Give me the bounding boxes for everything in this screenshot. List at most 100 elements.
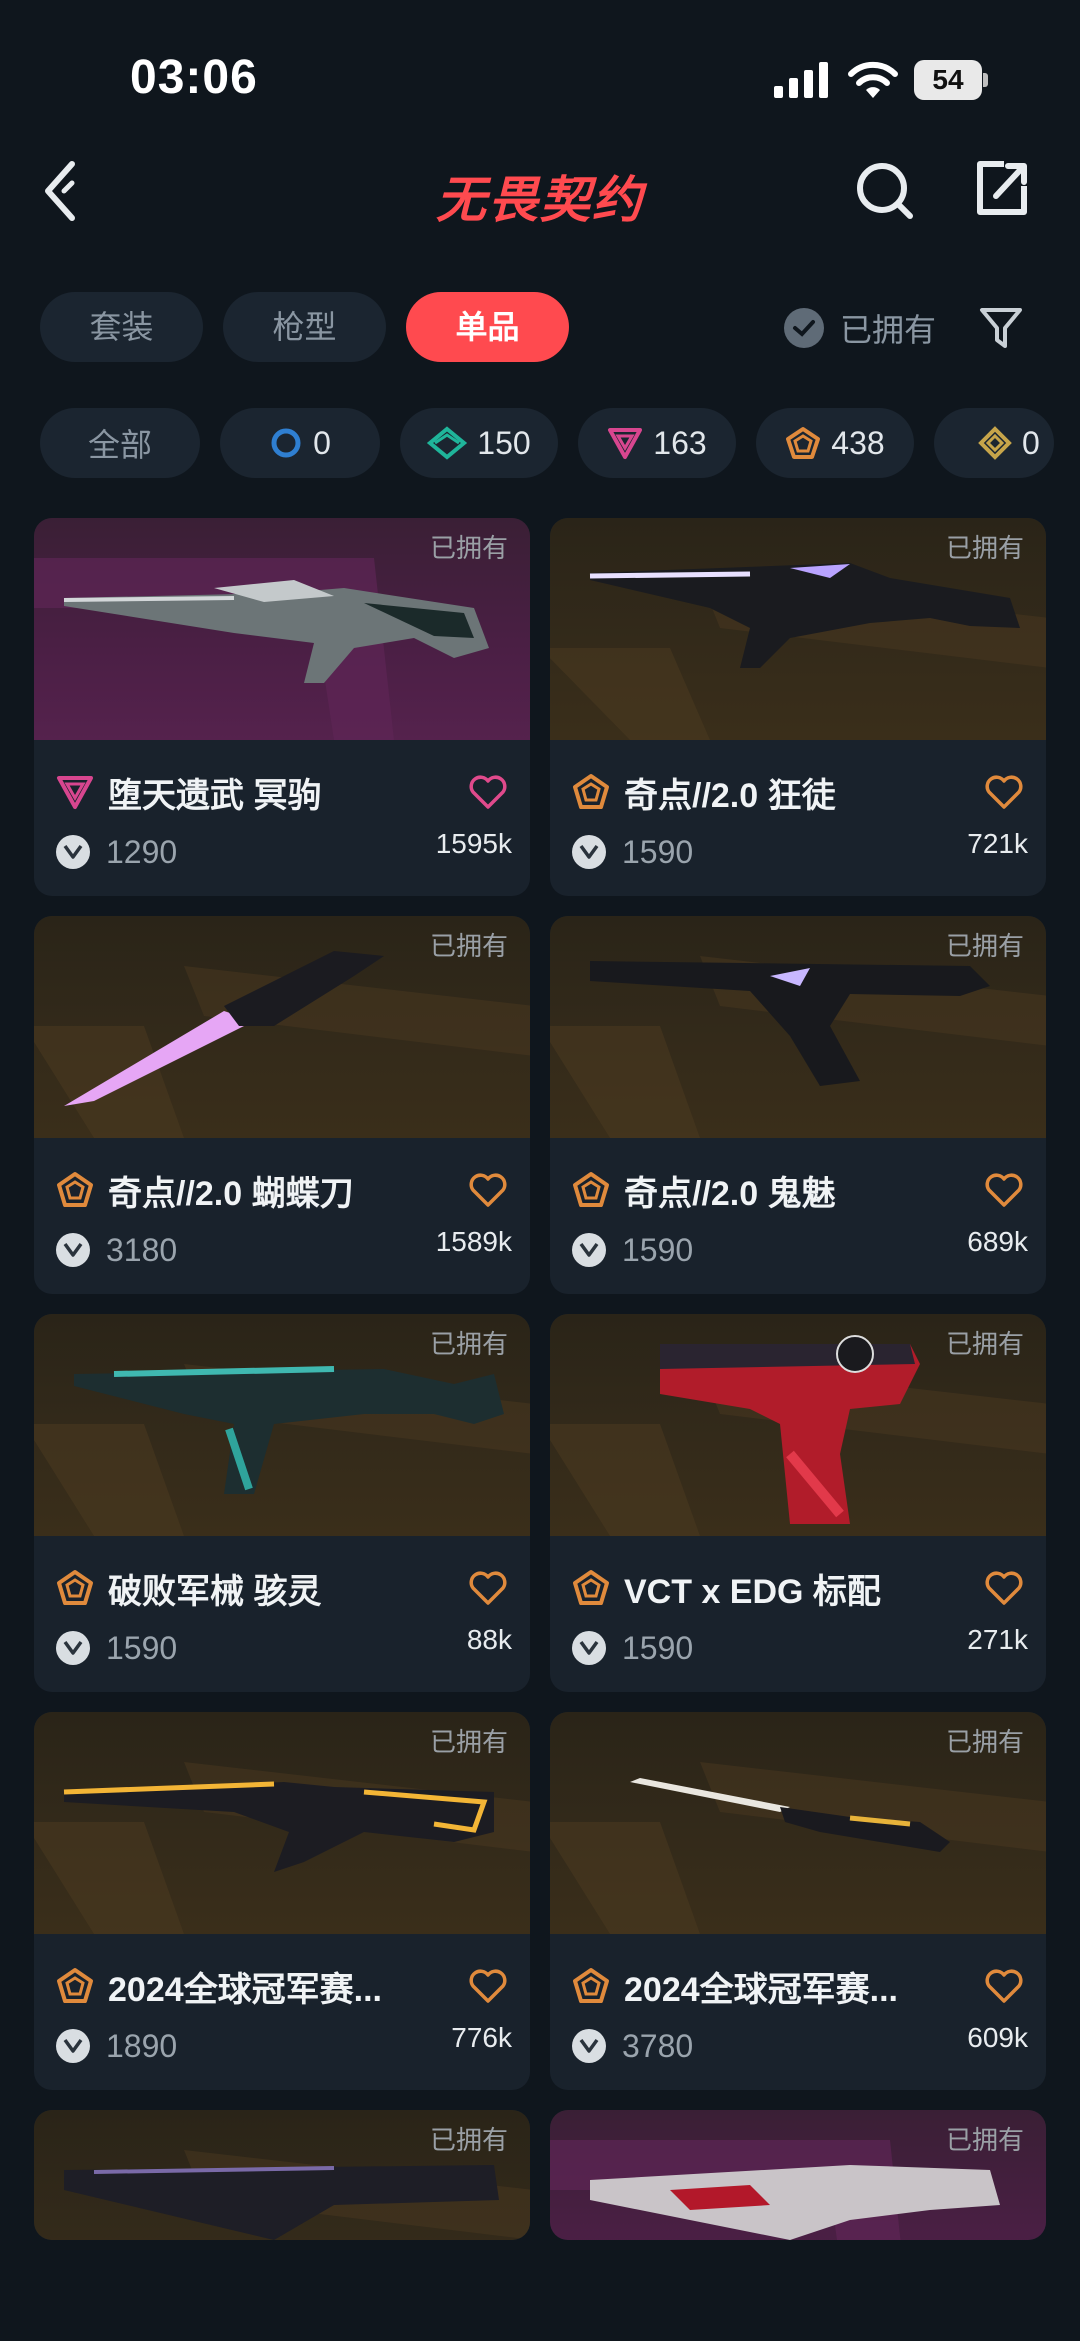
owned-tag: 已拥有 [945, 2125, 1024, 2155]
like-count: 776k [451, 2022, 512, 2053]
skin-name: 奇点//2.0 蝴蝶刀 [108, 1174, 354, 1213]
heart-icon[interactable] [984, 1172, 1024, 1208]
owned-tag: 已拥有 [429, 1329, 508, 1359]
chip-all[interactable]: 全部 [40, 408, 200, 478]
chip-ultra[interactable]: 0 [934, 408, 1054, 478]
check-circle-icon [784, 308, 824, 348]
skin-name: 奇点//2.0 狂徒 [624, 776, 836, 815]
deluxe-tier-icon [427, 426, 468, 460]
skin-card[interactable]: 已拥有 奇点//2.0 蝴蝶刀 3180 1589k [34, 916, 530, 1294]
chip-premium[interactable]: 163 [578, 408, 736, 478]
skin-name: 2024全球冠军赛... [624, 1970, 898, 2009]
skin-name: VCT x EDG 标配 [624, 1572, 881, 1611]
owned-tag: 已拥有 [945, 533, 1024, 563]
vp-currency-icon [56, 2029, 90, 2063]
skin-price: 3180 [106, 1231, 178, 1268]
skin-card[interactable]: 已拥有 堕天遗武 冥驹 1290 1595k [34, 518, 530, 896]
like-count: 1595k [435, 828, 512, 859]
vp-currency-icon [572, 1631, 606, 1665]
heart-icon[interactable] [468, 1172, 508, 1208]
chip-count: 438 [831, 424, 885, 461]
price-row: 1290 [56, 830, 177, 874]
skin-name: 堕天遗武 冥驹 [108, 776, 322, 815]
heart-icon[interactable] [468, 1968, 508, 2004]
skin-price: 1590 [622, 1629, 694, 1666]
card-title-row: 奇点//2.0 蝴蝶刀 [56, 1166, 512, 1214]
card-title-row: 堕天遗武 冥驹 [56, 768, 512, 816]
chip-count: 0 [1022, 424, 1040, 461]
rarity-chips: 全部 0 150 163 438 0 [40, 408, 1054, 478]
price-row: 3180 [56, 1228, 177, 1272]
owned-tag: 已拥有 [429, 931, 508, 961]
category-tabs: 套装 枪型 单品 [40, 292, 569, 362]
skin-card[interactable]: 已拥有 奇点//2.0 鬼魅 1590 689k [550, 916, 1046, 1294]
skin-card[interactable]: 已拥有 2024全球冠军赛... 1890 776k [34, 1712, 530, 2090]
price-row: 1590 [572, 1228, 693, 1272]
skin-card[interactable]: 已拥有 [34, 2110, 530, 2240]
tab-bundles[interactable]: 套装 [40, 292, 203, 362]
heart-icon[interactable] [468, 774, 508, 810]
skin-card[interactable]: 已拥有 [550, 2110, 1046, 2240]
like-count: 721k [967, 828, 1028, 859]
skin-card[interactable]: 已拥有 2024全球冠军赛... 3780 609k [550, 1712, 1046, 2090]
status-bar: 03:06 54 [0, 0, 1080, 150]
vp-currency-icon [572, 2029, 606, 2063]
chip-exclusive[interactable]: 438 [756, 408, 914, 478]
chip-count: 0 [313, 424, 331, 461]
exclusive-tier-icon [573, 1570, 609, 1605]
header: 无畏契约 [0, 140, 1080, 240]
card-title-row: 奇点//2.0 鬼魅 [572, 1166, 1028, 1214]
filter-icon[interactable] [978, 306, 1024, 350]
skin-price: 3780 [622, 2027, 694, 2064]
chip-select[interactable]: 0 [220, 408, 380, 478]
owned-tag: 已拥有 [945, 1329, 1024, 1359]
chip-count: 163 [653, 424, 707, 461]
heart-icon[interactable] [984, 774, 1024, 810]
like-count: 1589k [435, 1226, 512, 1257]
chip-count: 150 [477, 424, 531, 461]
owned-filter-label: 已拥有 [840, 312, 937, 348]
owned-tag: 已拥有 [945, 1727, 1024, 1757]
skin-name: 奇点//2.0 鬼魅 [624, 1174, 836, 1213]
heart-icon[interactable] [468, 1570, 508, 1606]
select-tier-icon [271, 428, 301, 458]
skin-price: 1890 [106, 2027, 178, 2064]
tab-weapon-types[interactable]: 枪型 [223, 292, 386, 362]
skin-name: 破败军械 骇灵 [108, 1572, 322, 1611]
price-row: 1590 [56, 1626, 177, 1670]
exclusive-tier-icon [573, 1968, 609, 2003]
vp-currency-icon [56, 1233, 90, 1267]
exclusive-tier-icon [573, 1172, 609, 1207]
share-icon[interactable] [970, 156, 1034, 220]
vp-currency-icon [572, 835, 606, 869]
skin-price: 1590 [106, 1629, 178, 1666]
skin-name: 2024全球冠军赛... [108, 1970, 382, 2009]
skin-card[interactable]: 已拥有 破败军械 骇灵 1590 88k [34, 1314, 530, 1692]
exclusive-tier-icon [786, 427, 821, 459]
tab-items[interactable]: 单品 [406, 292, 569, 362]
search-icon[interactable] [852, 158, 916, 222]
heart-icon[interactable] [984, 1968, 1024, 2004]
app-title: 无畏契约 [436, 172, 644, 228]
card-title-row: 破败军械 骇灵 [56, 1564, 512, 1612]
wifi-icon [848, 61, 898, 98]
skin-card[interactable]: 已拥有 VCT x EDG 标配 1590 271k [550, 1314, 1046, 1692]
battery-level: 54 [914, 60, 982, 100]
status-time: 03:06 [130, 51, 258, 104]
ultra-tier-icon [978, 426, 1012, 460]
battery-icon: 54 [914, 60, 988, 100]
vp-currency-icon [572, 1233, 606, 1267]
price-row: 3780 [572, 2024, 693, 2068]
owned-filter-toggle[interactable]: 已拥有 [784, 305, 936, 351]
signal-icon [774, 62, 828, 98]
exclusive-tier-icon [57, 1172, 93, 1207]
owned-tag: 已拥有 [429, 1727, 508, 1757]
skin-card[interactable]: 已拥有 奇点//2.0 狂徒 1590 721k [550, 518, 1046, 896]
card-title-row: 2024全球冠军赛... [572, 1962, 1028, 2010]
premium-tier-icon [608, 428, 643, 459]
chip-deluxe[interactable]: 150 [400, 408, 558, 478]
exclusive-tier-icon [57, 1570, 93, 1605]
exclusive-tier-icon [573, 774, 609, 809]
heart-icon[interactable] [984, 1570, 1024, 1606]
skin-price: 1290 [106, 833, 178, 870]
